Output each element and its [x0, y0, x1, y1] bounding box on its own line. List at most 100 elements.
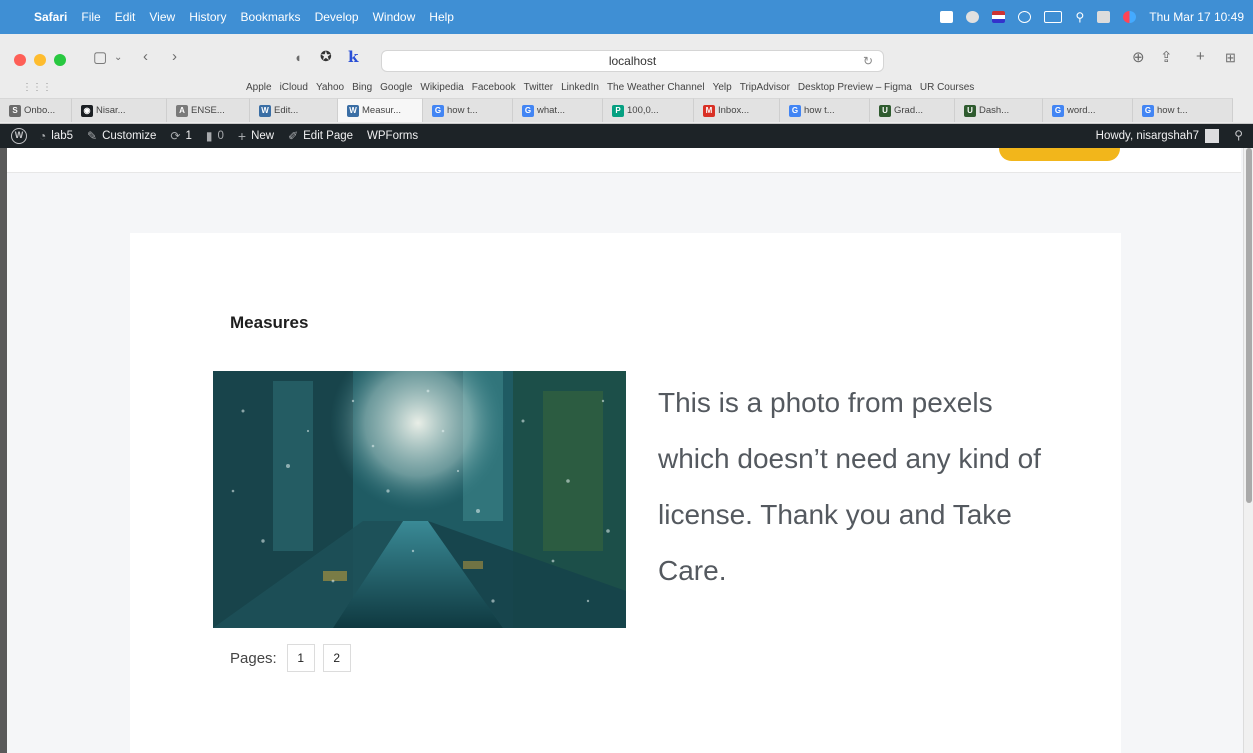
browser-tab[interactable]: Ghow t... — [1133, 98, 1233, 122]
download-icon[interactable]: ⊕ — [1132, 48, 1145, 66]
battery-icon[interactable] — [1044, 11, 1063, 23]
tab-label: word... — [1067, 105, 1096, 116]
tab-favicon-icon: P — [612, 105, 624, 117]
menu-help[interactable]: Help — [429, 10, 454, 24]
menu-file[interactable]: File — [81, 10, 100, 24]
control-center-icon[interactable] — [1097, 11, 1111, 23]
page-scrollbar[interactable] — [1243, 148, 1253, 753]
browser-tab[interactable]: P 100,0... — [603, 98, 694, 122]
favorite-link[interactable]: Bing — [352, 82, 372, 93]
menu-history[interactable]: History — [189, 10, 226, 24]
favorite-link[interactable]: UR Courses — [920, 82, 974, 93]
menu-view[interactable]: View — [149, 10, 175, 24]
tab-favicon-icon: A — [176, 105, 188, 117]
favorite-link[interactable]: Google — [380, 82, 412, 93]
new-tab-icon[interactable]: + — [1196, 48, 1205, 65]
header-cta-button[interactable] — [999, 148, 1120, 161]
browser-tab[interactable]: Ghow t... — [780, 98, 870, 122]
tab-favicon-icon: W — [259, 105, 271, 117]
flag-icon[interactable] — [992, 11, 1006, 23]
menu-develop[interactable]: Develop — [315, 10, 359, 24]
window-edge — [0, 148, 7, 753]
wordpress-logo-icon[interactable]: W — [11, 128, 27, 144]
wp-comments-count: 0 — [217, 130, 224, 142]
favorite-link[interactable]: Facebook — [472, 82, 516, 93]
reload-icon[interactable]: ↻ — [863, 51, 873, 71]
chevron-down-icon[interactable]: ⌄ — [114, 52, 122, 63]
browser-tab[interactable]: Gwhat... — [513, 98, 603, 122]
safari-toolbar: ▢ ⌄ ‹ › ◖ ✪ k localhost ↻ ⊕ ⇪ + ⊞ ⋮⋮⋮ Ap… — [0, 34, 1253, 124]
favorite-link[interactable]: Desktop Preview – Figma — [798, 82, 912, 93]
wp-new-link[interactable]: + New — [238, 128, 274, 144]
wp-site-link[interactable]: ◔ lab5 — [39, 129, 73, 143]
comment-icon: ▮ — [205, 129, 213, 143]
favorite-link[interactable]: LinkedIn — [561, 82, 599, 93]
browser-tab[interactable]: ◉ Nisar... — [72, 98, 167, 122]
browser-tab[interactable]: W Edit... — [250, 98, 338, 122]
browser-tab[interactable]: W Measur... — [338, 98, 423, 122]
address-bar[interactable]: localhost ↻ — [381, 50, 884, 72]
browser-tab[interactable]: S Onbo... — [0, 98, 72, 122]
page-title: Measures — [230, 313, 309, 332]
tab-label: Grad... — [894, 105, 924, 116]
page-link-2[interactable]: 2 — [322, 644, 351, 672]
favorite-link[interactable]: Wikipedia — [420, 82, 463, 93]
browser-tab[interactable]: A ENSE... — [167, 98, 250, 122]
favorite-link[interactable]: Apple — [246, 82, 272, 93]
dashboard-icon: ◔ — [39, 129, 47, 143]
minimize-window-button[interactable] — [34, 54, 46, 66]
status-app-icon[interactable] — [940, 11, 954, 23]
favorite-link[interactable]: TripAdvisor — [740, 82, 790, 93]
browser-tab[interactable]: U Dash... — [955, 98, 1043, 122]
favorite-link[interactable]: Yelp — [713, 82, 732, 93]
favorite-link[interactable]: Yahoo — [316, 82, 344, 93]
wp-comments-link[interactable]: ▮ 0 — [206, 129, 224, 143]
clock[interactable]: Thu Mar 17 10:49 — [1149, 10, 1244, 24]
extension-k-icon[interactable]: k — [348, 48, 358, 66]
tab-overview-icon[interactable]: ⊞ — [1225, 50, 1236, 66]
browser-tab[interactable]: M Inbox... — [694, 98, 780, 122]
favorite-link[interactable]: iCloud — [280, 82, 308, 93]
page-link-1[interactable]: 1 — [286, 644, 315, 672]
menu-edit[interactable]: Edit — [115, 10, 136, 24]
pages-label: Pages: — [230, 649, 277, 667]
tab-favicon-icon: U — [964, 105, 976, 117]
updates-icon: ⟳ — [170, 129, 181, 143]
share-icon[interactable]: ⇪ — [1160, 48, 1173, 66]
forward-arrow-icon[interactable]: › — [172, 48, 177, 65]
browser-tab[interactable]: Gword... — [1043, 98, 1133, 122]
favorites-grid-icon[interactable]: ⋮⋮⋮ — [22, 82, 52, 93]
wp-account-menu[interactable]: Howdy, nisargshah7 — [1096, 124, 1219, 148]
brush-icon: ✎ — [87, 129, 98, 143]
macos-menu-bar: Safari File Edit View History Bookmarks … — [0, 0, 1253, 34]
status-record-icon[interactable] — [966, 11, 980, 23]
menu-app-safari[interactable]: Safari — [34, 10, 67, 24]
tab-favicon-icon: S — [9, 105, 21, 117]
browser-tab[interactable]: Ghow t... — [423, 98, 513, 122]
spotlight-search-icon[interactable]: ⚲ — [1075, 10, 1084, 24]
menu-bookmarks[interactable]: Bookmarks — [241, 10, 301, 24]
post-photo — [213, 371, 626, 628]
menu-window[interactable]: Window — [373, 10, 416, 24]
favorite-link[interactable]: The Weather Channel — [607, 82, 705, 93]
browser-tab[interactable]: U Grad... — [870, 98, 955, 122]
scrollbar-thumb[interactable] — [1246, 148, 1252, 503]
back-arrow-icon[interactable]: ‹ — [143, 48, 148, 65]
wp-customize-link[interactable]: ✎ Customize — [87, 129, 156, 143]
tab-favicon-icon: ◉ — [81, 105, 93, 117]
shield-icon[interactable]: ◖ — [294, 50, 302, 65]
favorite-link[interactable]: Twitter — [524, 82, 553, 93]
zoom-window-button[interactable] — [54, 54, 66, 66]
wp-updates-link[interactable]: ⟳ 1 — [170, 129, 191, 143]
tab-label: Nisar... — [96, 105, 126, 116]
play-icon[interactable] — [1018, 11, 1032, 23]
wp-forms-link[interactable]: WPForms — [367, 130, 418, 142]
extension-compass-icon[interactable]: ✪ — [320, 48, 332, 65]
sidebar-icon[interactable]: ▢ — [93, 48, 107, 66]
siri-icon[interactable] — [1123, 11, 1137, 23]
wp-edit-page-link[interactable]: ✐ Edit Page — [288, 129, 353, 143]
plus-icon: + — [237, 128, 247, 144]
search-icon[interactable]: ⚲ — [1234, 128, 1243, 142]
tab-label: how t... — [447, 105, 478, 116]
close-window-button[interactable] — [14, 54, 26, 66]
